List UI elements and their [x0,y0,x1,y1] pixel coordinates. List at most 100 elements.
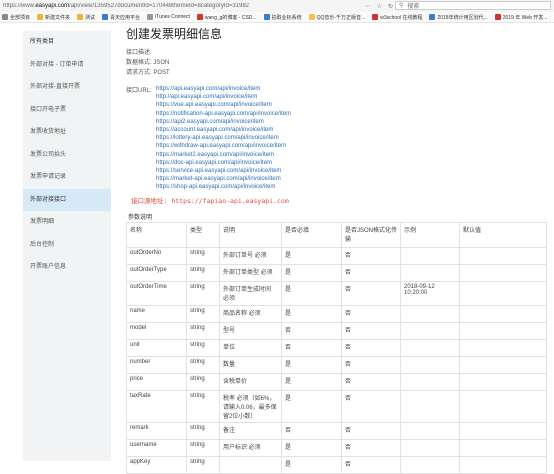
table-cell: 否 [341,422,401,440]
bookmarks-bar: 全部项目 新建文件夹 测试 青天应用平台 iTunes Connect wang_g的博客… [0,12,554,23]
bookmark-label: 新建文件夹 [45,14,71,21]
table-cell: 是 [281,264,342,282]
table-cell: 外部订单号 必须 [219,247,282,265]
bookmark-item[interactable]: 拍取业标系统 [263,14,302,21]
bookmark-favicon-icon [2,14,8,20]
sidebar-item[interactable]: 外部对接 - 订单申请 [23,54,111,77]
table-cell [459,281,547,306]
table-cell: string [186,390,220,423]
table-cell: 否 [341,456,401,474]
table-cell: 是 [281,281,342,306]
table-cell: string [186,339,220,357]
bookmark-item[interactable]: iTunes Connect [147,14,190,20]
table-cell: 否 [341,356,401,374]
api-url-link[interactable]: https://market-api.easyapi.com/api/invoi… [156,175,291,183]
reload-icon[interactable]: ↻ [388,3,393,10]
table-row: taxRate string 税率 必须（如6%，请输入0.06，最多保留2位小数）… [126,390,547,423]
table-body: outOrderNo string 外部订单号 必须是否 outOrderType st… [126,247,547,474]
bookmark-label: 测试 [85,14,96,21]
table-row: username string 用户标识 必须是否 [126,439,547,457]
sidebar-item[interactable]: 发票申请记录 [23,166,111,189]
table-row: outOrderNo string 外部订单号 必须是否 [126,247,547,265]
bookmark-label: QQ音乐-千万正版音... [316,14,366,21]
url-text[interactable]: https://www.easyapi.com/api/view/1359527… [0,3,333,9]
table-cell [219,456,282,474]
bookmark-item[interactable]: 新建文件夹 [37,14,70,21]
table-cell: string [186,247,220,265]
meta-method: 请求方式: POST [126,68,546,78]
table-cell: outOrderType [126,264,187,282]
table-row: price string 含税单价是否 [126,373,547,391]
page-title: 创建发票明细信息 [126,27,223,41]
api-url-link[interactable]: https://api2.easyapi.com/api/invoice/ite… [156,118,291,126]
bookmark-label: 2018年统计用区划代... [437,14,488,21]
table-cell: 外部订单类型 必须 [219,264,282,282]
sidebar-item[interactable]: 开票账户信息 [23,256,111,279]
api-url-link[interactable]: https://withdraw-api.easyapi.com/api/inv… [156,142,291,150]
table-row: outOrderType string 外部订单类型 必须是否 [126,264,547,282]
api-url-link[interactable]: http://api.easyapi.com/api/invoice/item [156,93,291,101]
table-cell: 否 [341,339,401,357]
meta-desc: 接口描述: [126,48,546,58]
api-url-link[interactable]: https://market2.easyapi.com/api/invoice/… [156,151,291,159]
sidebar-item[interactable]: 接口开电子票 [23,99,111,122]
bookmark-item[interactable]: QQ音乐-千万正版音... [308,14,366,21]
table-cell [459,373,547,391]
table-cell [400,439,460,457]
bookmark-label: wang_g的博客 - CSD... [204,14,257,21]
api-url-link[interactable]: https://shop-api.easyapi.com/api/invoice… [156,183,291,191]
search-icon: ⚲ [399,3,404,9]
table-cell: 是 [281,390,342,423]
menu-dots-icon[interactable]: ⋯ [365,3,371,10]
table-row: model string 型号否否 [126,322,547,340]
bookmark-item[interactable]: 2018年统计用区划代... [429,14,488,21]
table-row: outOrderTime string 外部订单生成时间 必须是否 2018-09-1… [126,281,547,306]
api-url-link[interactable]: https://doc-api.easyapi.com/api/invoice/… [156,159,291,167]
sidebar-item[interactable]: 发票收货地址 [23,121,111,144]
api-url-link[interactable]: https://service-api.easyapi.com/api/invo… [156,167,291,175]
bookmark-star-icon[interactable]: ☆ [377,3,382,10]
bookmark-favicon-icon [196,14,203,20]
table-cell [459,264,547,282]
api-url-link[interactable]: https://vue.api.easyapi.com/api/invoice/… [156,101,291,109]
table-cell: string [186,373,220,391]
api-url-link[interactable]: https://account.easyapi.com/api/invoice/… [156,126,291,134]
sidebar-item[interactable]: 发票公司抬头 [23,144,111,167]
bookmark-favicon-icon [77,14,84,20]
column-header: 默认值 [459,222,547,248]
bookmark-item[interactable]: 测试 [77,14,95,21]
bookmark-item[interactable]: wang_g的博客 - CSD... [196,14,257,21]
table-cell: name [126,305,187,323]
api-url-link[interactable]: https://api.easyapi.com/api/invoice/item [156,85,291,93]
url-label: 接口URL: [126,88,152,94]
bookmark-label: iTunes Connect [155,14,190,20]
bookmark-item[interactable]: 2019 年 Web 开发... [494,14,547,21]
bookmark-item[interactable]: 青天应用平台 [102,14,140,21]
search-input[interactable]: ⚲ 搜索 [395,1,551,10]
table-row: unit string 单位否否 [126,339,547,357]
sidebar-item[interactable]: 所有类目 [23,31,111,54]
table-row: number string 数量是否 [126,356,547,374]
table-cell: string [186,356,220,374]
api-url-link[interactable]: https://notification-api.easyapi.com/api… [156,110,291,118]
table-cell: 否 [341,390,401,423]
table-row: remark string 备注否否 [126,422,547,440]
sidebar-item[interactable]: 外部对接接口 [23,188,111,211]
table-cell: 否 [341,322,401,340]
sidebar-item[interactable]: 外部对接-直接开票 [23,76,111,99]
column-header: 是否JSON格式化传输 [341,222,401,248]
table-cell [459,356,547,374]
table-cell [459,247,547,265]
column-header: 说明 [219,222,282,248]
table-cell: unit [126,339,187,357]
table-cell [400,373,460,391]
table-cell: 是 [281,373,342,391]
table-cell [400,339,460,357]
bookmark-item[interactable]: w3school 在线教程 [372,14,422,21]
sidebar-item[interactable]: 发票明细 [23,211,111,234]
table-cell: 备注 [219,422,282,440]
sidebar-item[interactable]: 后台控制 [23,234,111,257]
bookmark-item[interactable]: 全部项目 [2,14,30,21]
api-url-link[interactable]: https://lottery-api.easyapi.com/api/invo… [156,134,291,142]
table-cell [459,322,547,340]
